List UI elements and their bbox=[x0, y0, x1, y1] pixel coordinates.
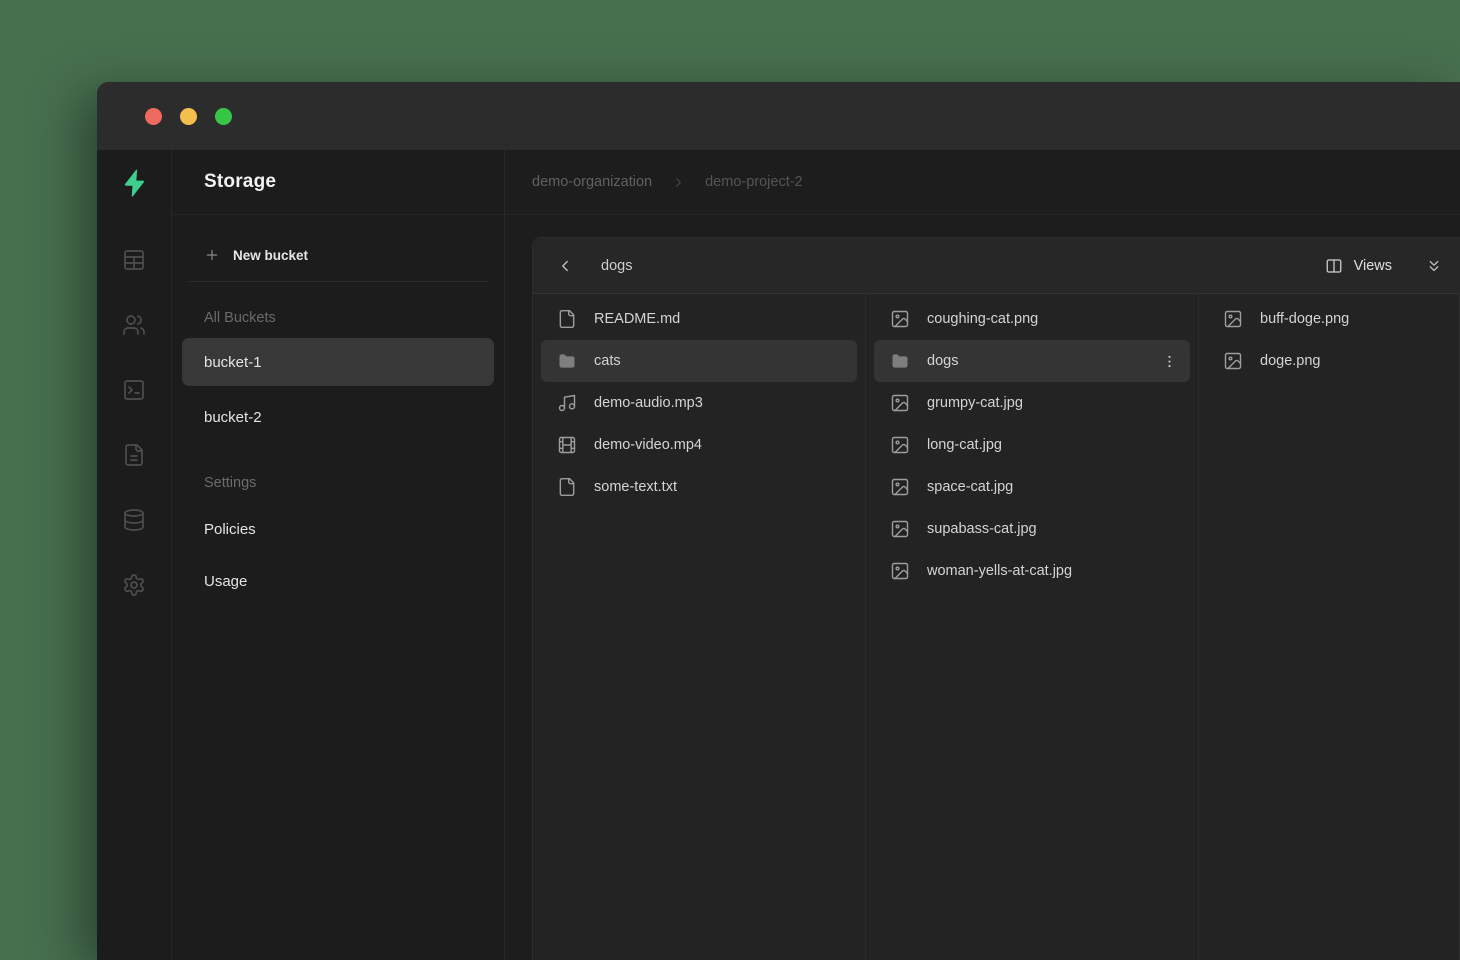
file-row[interactable]: demo-video.mp4 bbox=[541, 424, 857, 466]
app-body: Storage New bucket All Bucketsbucket-1 bu… bbox=[97, 150, 1460, 960]
file-row[interactable]: coughing-cat.png bbox=[874, 298, 1190, 340]
supabase-logo[interactable] bbox=[119, 150, 149, 216]
sidebar-item-bucket-2[interactable]: bucket-2 bbox=[182, 393, 494, 441]
file-row[interactable]: doge.png bbox=[1207, 340, 1451, 382]
file-icon bbox=[557, 477, 577, 497]
breadcrumb: demo-organization demo-project-2 bbox=[532, 174, 803, 190]
close-window-button[interactable] bbox=[145, 108, 162, 125]
new-bucket-label: New bucket bbox=[233, 248, 308, 263]
storage-sidebar: Storage New bucket All Bucketsbucket-1 bu… bbox=[172, 150, 505, 960]
item-name: long-cat.jpg bbox=[927, 437, 1002, 453]
item-name: buff-doge.png bbox=[1260, 311, 1349, 327]
item-name: README.md bbox=[594, 311, 680, 327]
item-name: demo-audio.mp3 bbox=[594, 395, 703, 411]
image-icon bbox=[890, 477, 910, 497]
columns-view-icon bbox=[1325, 257, 1343, 275]
page-title: Storage bbox=[204, 171, 276, 193]
explorer-column: buff-doge.png doge.png bbox=[1199, 294, 1460, 960]
file-row[interactable]: demo-audio.mp3 bbox=[541, 382, 857, 424]
section-label: Settings bbox=[182, 463, 494, 503]
explorer-columns: README.md cats demo-audio.mp3 demo-video.mp… bbox=[533, 294, 1460, 960]
main-content: demo-organization demo-project-2 dogs Vie… bbox=[505, 150, 1460, 960]
file-row[interactable]: space-cat.jpg bbox=[874, 466, 1190, 508]
sidebar-sections: All Bucketsbucket-1 bucket-2 SettingsPolic… bbox=[182, 298, 494, 607]
sidebar-item-bucket-1[interactable]: bucket-1 bbox=[182, 338, 494, 386]
plus-icon bbox=[204, 247, 220, 263]
audio-icon bbox=[557, 393, 577, 413]
file-explorer: dogs Views README.md cats demo-audio.mp3 de… bbox=[532, 237, 1460, 960]
minimize-window-button[interactable] bbox=[180, 108, 197, 125]
image-icon bbox=[1223, 351, 1243, 371]
image-icon bbox=[890, 519, 910, 539]
item-name: dogs bbox=[927, 353, 958, 369]
image-icon bbox=[890, 309, 910, 329]
sidebar-divider bbox=[188, 281, 488, 282]
item-name: woman-yells-at-cat.jpg bbox=[927, 563, 1072, 579]
sidebar-item-usage[interactable]: Usage bbox=[182, 555, 494, 607]
sidebar-item-policies[interactable]: Policies bbox=[182, 503, 494, 555]
rail-table-icon[interactable] bbox=[122, 248, 146, 272]
folder-icon bbox=[557, 351, 577, 371]
item-name: grumpy-cat.jpg bbox=[927, 395, 1023, 411]
file-row[interactable]: supabass-cat.jpg bbox=[874, 508, 1190, 550]
folder-row[interactable]: dogs bbox=[874, 340, 1190, 382]
video-icon bbox=[557, 435, 577, 455]
folder-row[interactable]: cats bbox=[541, 340, 857, 382]
rail-nav bbox=[122, 216, 146, 597]
file-row[interactable]: grumpy-cat.jpg bbox=[874, 382, 1190, 424]
sidebar-body: New bucket All Bucketsbucket-1 bucket-2 Se… bbox=[172, 215, 504, 607]
section-label: All Buckets bbox=[182, 298, 494, 338]
sidebar-section: SettingsPoliciesUsage bbox=[182, 463, 494, 607]
explorer-column: coughing-cat.png dogs grumpy-cat.jpg long-c… bbox=[866, 294, 1199, 960]
window-titlebar bbox=[97, 82, 1460, 150]
image-icon bbox=[890, 393, 910, 413]
rail-users-icon[interactable] bbox=[122, 313, 146, 337]
icon-rail bbox=[97, 150, 172, 960]
file-row[interactable]: long-cat.jpg bbox=[874, 424, 1190, 466]
row-menu-kebab-icon[interactable] bbox=[1161, 353, 1178, 370]
views-button-label: Views bbox=[1354, 258, 1392, 274]
item-name: supabass-cat.jpg bbox=[927, 521, 1037, 537]
breadcrumb-bar: demo-organization demo-project-2 bbox=[505, 150, 1460, 215]
rail-database-icon[interactable] bbox=[122, 508, 146, 532]
sidebar-section: All Bucketsbucket-1 bucket-2 bbox=[182, 298, 494, 441]
file-row[interactable]: buff-doge.png bbox=[1207, 298, 1451, 340]
file-row[interactable]: some-text.txt bbox=[541, 466, 857, 508]
item-name: coughing-cat.png bbox=[927, 311, 1038, 327]
item-name: cats bbox=[594, 353, 621, 369]
collapse-columns-button[interactable] bbox=[1425, 257, 1443, 275]
back-button[interactable] bbox=[556, 257, 574, 275]
new-bucket-button[interactable]: New bucket bbox=[182, 237, 494, 273]
current-folder-label: dogs bbox=[601, 258, 632, 274]
sidebar-header: Storage bbox=[172, 150, 504, 215]
item-name: space-cat.jpg bbox=[927, 479, 1013, 495]
item-name: demo-video.mp4 bbox=[594, 437, 702, 453]
file-row[interactable]: woman-yells-at-cat.jpg bbox=[874, 550, 1190, 592]
image-icon bbox=[890, 435, 910, 455]
app-window: Storage New bucket All Bucketsbucket-1 bu… bbox=[97, 82, 1460, 960]
views-button[interactable]: Views bbox=[1325, 257, 1392, 275]
maximize-window-button[interactable] bbox=[215, 108, 232, 125]
image-icon bbox=[890, 561, 910, 581]
explorer-toolbar: dogs Views bbox=[533, 238, 1460, 294]
rail-gear-icon[interactable] bbox=[122, 573, 146, 597]
image-icon bbox=[1223, 309, 1243, 329]
traffic-lights bbox=[145, 108, 232, 125]
breadcrumb-item[interactable]: demo-project-2 bbox=[705, 174, 803, 190]
rail-file-text-icon[interactable] bbox=[122, 443, 146, 467]
file-icon bbox=[557, 309, 577, 329]
item-name: doge.png bbox=[1260, 353, 1320, 369]
item-name: some-text.txt bbox=[594, 479, 677, 495]
file-row[interactable]: README.md bbox=[541, 298, 857, 340]
folder-icon bbox=[890, 351, 910, 371]
chevron-right-icon bbox=[671, 175, 686, 190]
breadcrumb-item[interactable]: demo-organization bbox=[532, 174, 652, 190]
rail-terminal-icon[interactable] bbox=[122, 378, 146, 402]
explorer-column: README.md cats demo-audio.mp3 demo-video.mp… bbox=[533, 294, 866, 960]
